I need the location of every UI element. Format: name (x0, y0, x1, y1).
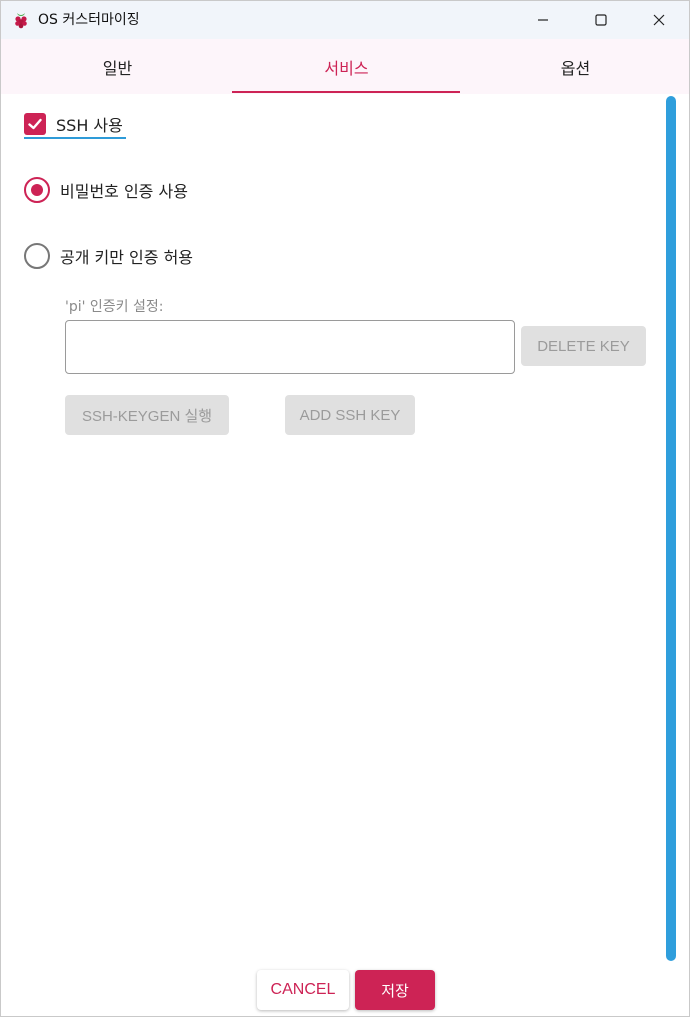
tab-services[interactable]: 서비스 (232, 39, 461, 94)
cancel-button[interactable]: CANCEL (257, 970, 349, 1010)
maximize-icon (595, 11, 607, 30)
scrollbar-thumb[interactable] (666, 96, 676, 961)
ssh-keygen-button[interactable]: SSH-KEYGEN 실행 (65, 395, 229, 435)
os-customization-window: OS 커스터마이징 일반 서비스 옵션 SSH 사용 비밀번호 인증 사용 공개… (0, 0, 690, 1017)
title-bar[interactable]: OS 커스터마이징 (1, 1, 689, 39)
radio-pubkey-button[interactable] (24, 243, 50, 269)
tab-general[interactable]: 일반 (3, 39, 232, 94)
delete-key-button[interactable]: DELETE KEY (521, 326, 646, 366)
checkbox-focus-underline (24, 137, 126, 139)
close-icon (653, 11, 665, 30)
tab-bar: 일반 서비스 옵션 (1, 39, 689, 94)
radio-pubkey-auth[interactable]: 공개 키만 인증 허용 (24, 243, 193, 269)
maximize-button[interactable] (572, 1, 630, 39)
raspberry-icon (11, 10, 31, 30)
add-ssh-key-button[interactable]: ADD SSH KEY (285, 395, 415, 435)
services-panel: SSH 사용 비밀번호 인증 사용 공개 키만 인증 허용 'pi' 인증키 설… (1, 94, 661, 974)
authorized-key-label: 'pi' 인증키 설정: (65, 299, 164, 315)
radio-password-auth[interactable]: 비밀번호 인증 사용 (24, 177, 188, 203)
vertical-scrollbar[interactable] (666, 96, 676, 961)
minimize-button[interactable] (514, 1, 572, 39)
radio-pubkey-label: 공개 키만 인증 허용 (60, 248, 194, 267)
window-title: OS 커스터마이징 (38, 12, 140, 28)
tab-options[interactable]: 옵션 (461, 39, 689, 94)
authorized-key-input[interactable] (65, 320, 515, 374)
checkmark-icon (28, 118, 42, 130)
ssh-enable-checkbox[interactable] (24, 113, 46, 135)
minimize-icon (537, 11, 549, 30)
ssh-enable-label: SSH 사용 (56, 116, 123, 135)
radio-password-label: 비밀번호 인증 사용 (60, 182, 188, 201)
save-button[interactable]: 저장 (355, 970, 435, 1010)
ssh-enable-checkbox-row[interactable]: SSH 사용 (24, 112, 123, 136)
close-button[interactable] (630, 1, 688, 39)
active-tab-indicator (232, 91, 460, 93)
radio-password-button[interactable] (24, 177, 50, 203)
